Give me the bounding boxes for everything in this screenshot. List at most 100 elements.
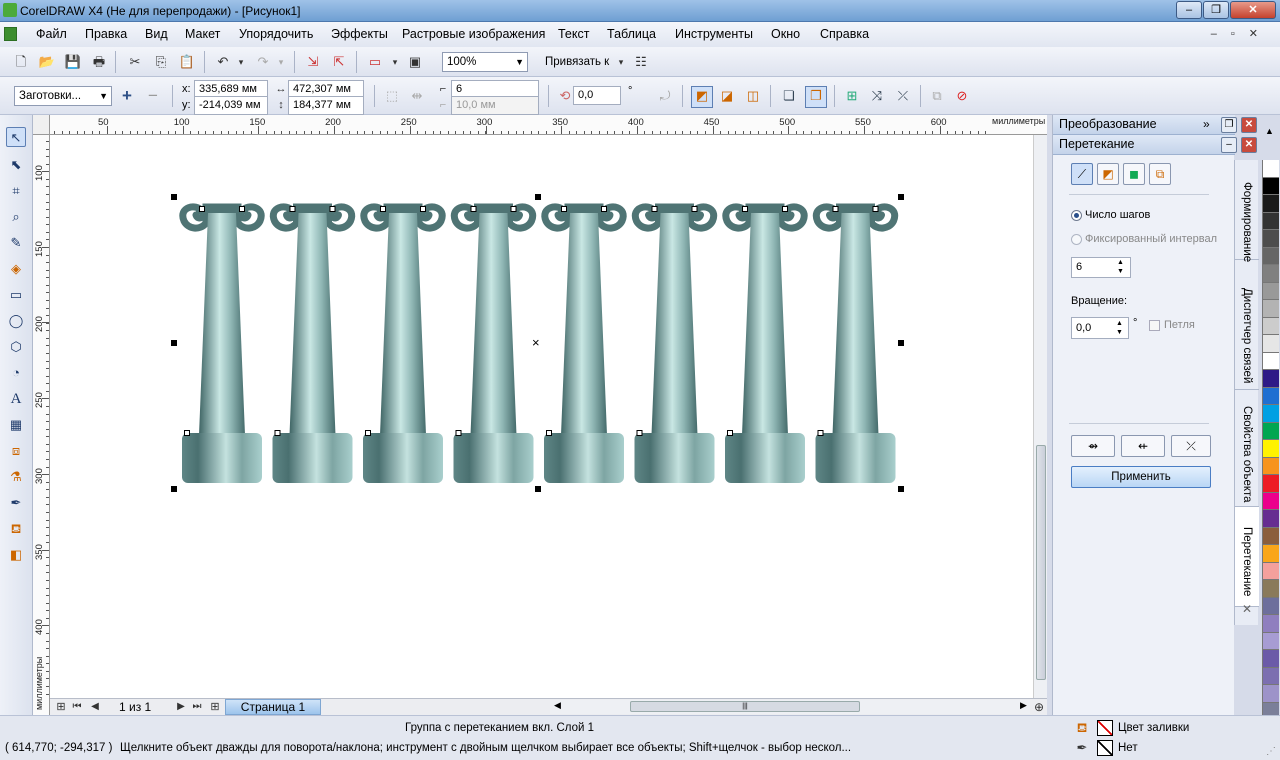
ellipse-tool-icon[interactable]: ◯ bbox=[6, 311, 26, 331]
blend-docker-header[interactable]: Перетекание bbox=[1053, 135, 1235, 155]
color-swatch[interactable] bbox=[1262, 440, 1279, 458]
fixed-spacing-radio[interactable] bbox=[1071, 234, 1082, 245]
blend-column[interactable] bbox=[269, 203, 356, 483]
color-swatch[interactable] bbox=[1262, 212, 1279, 230]
path-properties-icon[interactable]: ⤨ bbox=[868, 87, 886, 105]
menu-effects[interactable]: Эффекты bbox=[331, 27, 388, 41]
import-icon[interactable]: ⇲ bbox=[304, 53, 322, 71]
color-swatch[interactable] bbox=[1262, 160, 1279, 178]
redo-dropdown-icon[interactable]: ▾ bbox=[272, 53, 290, 71]
color-palette[interactable] bbox=[1262, 160, 1280, 738]
smart-fill-tool-icon[interactable]: ◈ bbox=[6, 259, 26, 279]
menu-bitmaps[interactable]: Растровые изображения bbox=[402, 27, 545, 41]
color-swatch[interactable] bbox=[1262, 195, 1279, 213]
loop-blend-icon[interactable]: ⤾ bbox=[656, 87, 674, 105]
height-field[interactable]: 184,377 мм bbox=[288, 96, 364, 115]
text-tool-icon[interactable]: A bbox=[6, 389, 26, 409]
copy-blend-properties-icon[interactable]: ⧉ bbox=[928, 87, 946, 105]
menu-view[interactable]: Вид bbox=[145, 27, 168, 41]
blend-misc-mode-icon[interactable]: ⧉ bbox=[1149, 163, 1171, 185]
clockwise-blend-icon[interactable]: ◪ bbox=[718, 87, 736, 105]
color-swatch[interactable] bbox=[1262, 317, 1279, 335]
open-icon[interactable]: 📂 bbox=[38, 53, 56, 71]
selection-handle[interactable] bbox=[535, 194, 541, 200]
horizontal-scrollbar[interactable]: ◀ ||| ▶ bbox=[550, 700, 1030, 714]
menu-edit[interactable]: Правка bbox=[85, 27, 127, 41]
color-swatch[interactable] bbox=[1262, 650, 1279, 668]
tab-blend[interactable]: Перетекание bbox=[1235, 507, 1259, 607]
close-tab-icon[interactable]: ✕ bbox=[1242, 602, 1252, 616]
blend-spacing-field[interactable]: 10,0 мм bbox=[451, 96, 539, 115]
tab-shaping[interactable]: Формирование bbox=[1235, 160, 1259, 262]
add-preset-icon[interactable]: + bbox=[118, 87, 136, 105]
color-swatch[interactable] bbox=[1262, 510, 1279, 528]
docker-close-icon[interactable]: ✕ bbox=[1241, 117, 1257, 133]
last-page-icon[interactable]: ⏭ bbox=[188, 698, 206, 716]
new-document-icon[interactable]: 🗋 bbox=[12, 53, 30, 71]
basic-shapes-tool-icon[interactable]: ◔ bbox=[6, 363, 26, 383]
mdi-window-controls[interactable]: –▫✕ bbox=[1211, 27, 1272, 40]
freehand-tool-icon[interactable]: ✎ bbox=[6, 233, 26, 253]
color-swatch[interactable] bbox=[1262, 300, 1279, 318]
restore-button[interactable]: ❐ bbox=[1203, 1, 1229, 19]
color-swatch[interactable] bbox=[1262, 632, 1279, 650]
menu-file[interactable]: Файл bbox=[36, 27, 67, 41]
polygon-tool-icon[interactable]: ⬡ bbox=[6, 337, 26, 357]
docker-restore-icon[interactable]: ❐ bbox=[1221, 117, 1237, 133]
vertical-scrollbar[interactable] bbox=[1033, 135, 1047, 698]
add-page-after-icon[interactable]: ⊞ bbox=[206, 698, 224, 716]
blend-column[interactable] bbox=[360, 203, 446, 483]
blend-acceleration-mode-icon[interactable]: ◩ bbox=[1097, 163, 1119, 185]
zoom-level-dropdown[interactable]: 100% ▼ bbox=[442, 52, 528, 72]
vertical-scroll-thumb[interactable] bbox=[1036, 445, 1046, 680]
previous-page-icon[interactable]: ◀ bbox=[86, 698, 104, 716]
snap-to-button[interactable]: Привязать к bbox=[545, 56, 609, 68]
blend-column[interactable] bbox=[812, 203, 899, 483]
welcome-screen-icon[interactable]: ▣ bbox=[406, 53, 424, 71]
palette-scroll-up-icon[interactable]: ▲ bbox=[1265, 126, 1274, 136]
selection-handle[interactable] bbox=[535, 486, 541, 492]
copy-icon[interactable]: ⎘ bbox=[152, 53, 170, 71]
menu-tools[interactable]: Инструменты bbox=[675, 27, 753, 41]
selection-handle[interactable] bbox=[898, 340, 904, 346]
color-swatch[interactable] bbox=[1262, 527, 1279, 545]
menu-window[interactable]: Окно bbox=[771, 27, 800, 41]
selection-handle[interactable] bbox=[898, 194, 904, 200]
blend-color-mode-icon[interactable]: ◼ bbox=[1123, 163, 1145, 185]
options-icon[interactable]: ☷ bbox=[632, 53, 650, 71]
apply-button[interactable]: Применить bbox=[1071, 466, 1211, 488]
tab-object-properties[interactable]: Свойства объекта bbox=[1235, 390, 1259, 507]
color-swatch[interactable] bbox=[1262, 265, 1279, 283]
blend-column[interactable] bbox=[450, 203, 537, 483]
ruler-origin[interactable] bbox=[33, 115, 50, 135]
accelerate-sizes-icon[interactable]: ❐ bbox=[805, 86, 827, 108]
rotation-center-marker[interactable]: × bbox=[532, 336, 540, 349]
color-swatch[interactable] bbox=[1262, 615, 1279, 633]
path-blend-icon[interactable]: ⤫ bbox=[1171, 435, 1211, 457]
rectangle-tool-icon[interactable]: ▭ bbox=[6, 285, 26, 305]
color-swatch[interactable] bbox=[1262, 247, 1279, 265]
steps-spinner[interactable]: ▲ ▼ bbox=[1117, 258, 1124, 276]
application-launcher-icon[interactable]: ▭ bbox=[366, 53, 384, 71]
launcher-dropdown-icon[interactable]: ▾ bbox=[386, 53, 404, 71]
direct-blend-icon[interactable]: ◩ bbox=[691, 86, 713, 108]
color-swatch[interactable] bbox=[1262, 422, 1279, 440]
steps-radio[interactable] bbox=[1071, 210, 1082, 221]
save-icon[interactable]: 💾 bbox=[64, 53, 82, 71]
paste-icon[interactable]: 📋 bbox=[178, 53, 196, 71]
scroll-left-icon[interactable]: ◀ bbox=[554, 700, 561, 711]
menu-text[interactable]: Текст bbox=[558, 27, 589, 41]
page-tab-1[interactable]: Страница 1 bbox=[225, 699, 321, 715]
color-swatch[interactable] bbox=[1262, 335, 1279, 353]
presets-dropdown[interactable]: Заготовки... ▼ bbox=[14, 86, 112, 106]
docker-minimize-icon[interactable]: – bbox=[1221, 137, 1237, 153]
blend-tool-icon[interactable]: ⧈ bbox=[6, 441, 26, 461]
more-blend-options-icon[interactable]: ⤫ bbox=[894, 87, 912, 105]
scroll-right-icon[interactable]: ▶ bbox=[1020, 700, 1027, 711]
loop-checkbox[interactable] bbox=[1149, 320, 1160, 331]
blend-column[interactable] bbox=[179, 203, 265, 483]
table-tool-icon[interactable]: ▦ bbox=[6, 415, 26, 435]
close-button[interactable]: ✕ bbox=[1230, 1, 1276, 19]
blend-direction-field[interactable]: 0,0 bbox=[573, 86, 621, 105]
blend-steps-mode-icon[interactable]: ⟋ bbox=[1071, 163, 1093, 185]
